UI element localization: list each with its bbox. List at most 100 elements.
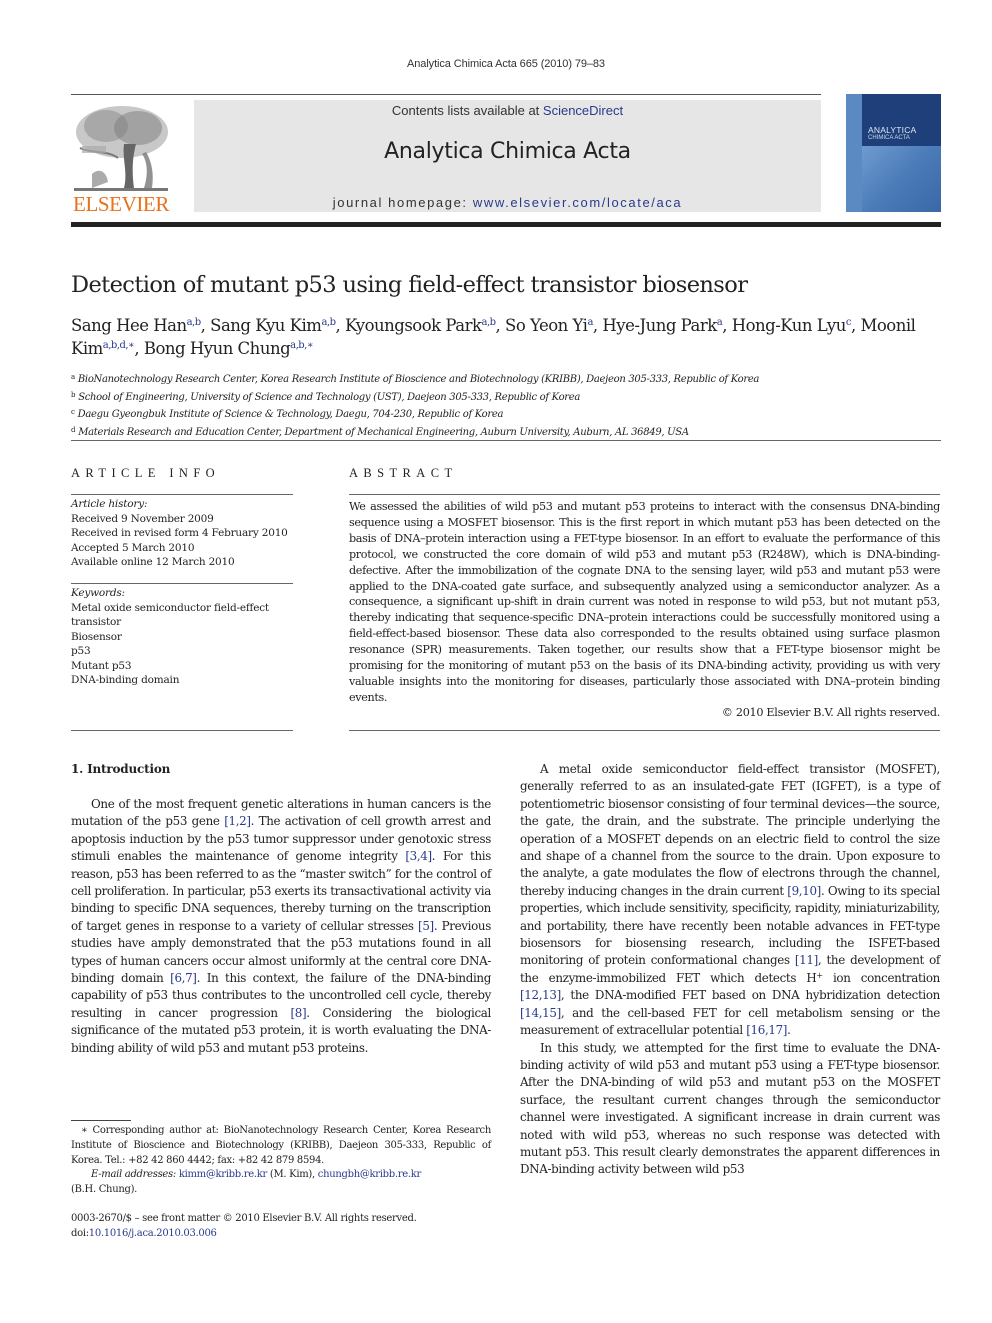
citation-link[interactable]: [6,7] xyxy=(170,971,197,985)
intro-paragraph: In this study, we attempted for the firs… xyxy=(520,1040,940,1177)
author-affiliation-marker[interactable]: a,b xyxy=(321,317,336,328)
doi-link[interactable]: 10.1016/j.aca.2010.03.006 xyxy=(89,1228,217,1239)
citation-link[interactable]: [16,17] xyxy=(746,1023,787,1037)
author-name: Bong Hyun Chung xyxy=(143,339,291,358)
article-info-rule xyxy=(71,494,293,495)
author-name: Kyoungsook Park xyxy=(344,316,482,335)
citation-link[interactable]: [9,10] xyxy=(787,884,821,898)
homepage-link[interactable]: www.elsevier.com/locate/aca xyxy=(473,195,682,210)
affiliation-list: a BioNanotechnology Research Center, Kore… xyxy=(71,370,941,440)
author-affiliation-marker[interactable]: a,b xyxy=(187,317,202,328)
journal-banner: Contents lists available at ScienceDirec… xyxy=(194,100,821,212)
email-owner-kim: (M. Kim), xyxy=(266,1169,318,1181)
abstract-heading: ABSTRACT xyxy=(349,466,458,480)
affiliation-marker: c xyxy=(71,408,75,416)
header-top-rule xyxy=(71,94,821,95)
homepage-line: journal homepage: www.elsevier.com/locat… xyxy=(194,195,821,210)
cover-title: ANALYTICA xyxy=(868,125,917,135)
author-affiliation-marker[interactable]: a,b xyxy=(482,317,497,328)
keyword-item: Metal oxide semiconductor field-effect t… xyxy=(71,601,269,629)
superscript: + xyxy=(816,970,823,980)
affiliation-text: School of Engineering, University of Sci… xyxy=(78,391,581,403)
affiliation-marker: d xyxy=(71,425,76,434)
citation-link[interactable]: [11] xyxy=(795,953,818,967)
cover-photo xyxy=(862,146,941,212)
abstract-copyright: © 2010 Elsevier B.V. All rights reserved… xyxy=(721,706,941,719)
corresponding-author-text: ∗ Corresponding author at: BioNanotechno… xyxy=(71,1125,491,1166)
author-name: Hye-Jung Park xyxy=(602,316,717,335)
article-info-heading: ARTICLE INFO xyxy=(71,466,221,480)
email-link-chung[interactable]: chungbh@kribb.re.kr xyxy=(318,1169,422,1180)
running-head: Analytica Chimica Acta 665 (2010) 79–83 xyxy=(407,58,605,70)
intro-right-column: A metal oxide semiconductor field-effect… xyxy=(520,761,940,1179)
email-link-kim[interactable]: kimm@kribb.re.kr xyxy=(179,1169,267,1180)
doi-line: doi:10.1016/j.aca.2010.03.006 xyxy=(71,1226,491,1241)
author-affiliation-marker[interactable]: a,b,d,∗ xyxy=(103,340,135,351)
author-affiliation-marker[interactable]: a xyxy=(717,317,723,328)
cover-subtitle: CHIMICA ACTA xyxy=(868,135,910,141)
sciencedirect-link[interactable]: ScienceDirect xyxy=(543,103,623,118)
keywords-label: Keywords: xyxy=(71,587,125,599)
elsevier-tree-icon xyxy=(74,106,168,191)
affiliation-item: d Materials Research and Education Center… xyxy=(71,423,941,441)
author-affiliation-marker[interactable]: a,b,∗ xyxy=(290,340,314,351)
article-title: Detection of mutant p53 using field-effe… xyxy=(71,272,748,298)
history-item: Available online 12 March 2010 xyxy=(71,556,235,568)
keywords: Keywords: Metal oxide semiconductor fiel… xyxy=(71,586,281,688)
citation-link[interactable]: [8] xyxy=(290,1006,306,1020)
article-info-bottom-rule xyxy=(71,730,293,731)
email-line: E-mail addresses: kimm@kribb.re.kr (M. K… xyxy=(71,1168,491,1183)
elsevier-logo[interactable]: ELSEVIER xyxy=(70,104,172,216)
email-label: E-mail addresses: xyxy=(91,1169,179,1181)
author-affiliation-marker[interactable]: a xyxy=(587,317,593,328)
email-owner-chung: (B.H. Chung). xyxy=(71,1184,138,1196)
keyword-item: p53 xyxy=(71,645,91,657)
abstract-text: We assessed the abilities of wild p53 an… xyxy=(349,500,940,704)
doi-prefix: doi: xyxy=(71,1228,89,1239)
keyword-item: Biosensor xyxy=(71,630,122,643)
article-history: Article history: Received 9 November 200… xyxy=(71,497,293,570)
author-name: So Yeon Yi xyxy=(505,316,588,335)
citation-link[interactable]: [1,2] xyxy=(224,814,251,828)
journal-name: Analytica Chimica Acta xyxy=(384,139,631,164)
footnote-rule xyxy=(71,1120,131,1121)
intro-paragraph: A metal oxide semiconductor field-effect… xyxy=(520,762,940,1038)
cover-side-strip xyxy=(846,94,862,212)
keywords-rule xyxy=(71,583,293,584)
affiliation-divider xyxy=(71,440,941,441)
keyword-item: Mutant p53 xyxy=(71,659,132,672)
citation-link[interactable]: [3,4] xyxy=(405,849,432,863)
affiliation-text: Materials Research and Education Center,… xyxy=(78,426,689,438)
abstract-bottom-rule xyxy=(349,730,940,731)
article-history-label: Article history: xyxy=(71,498,148,510)
journal-cover[interactable]: ANALYTICA CHIMICA ACTA xyxy=(846,94,941,212)
author-affiliation-marker[interactable]: c xyxy=(846,317,852,328)
homepage-prefix: journal homepage: xyxy=(332,195,473,210)
affiliation-item: b School of Engineering, University of Sc… xyxy=(71,388,941,406)
keyword-item: DNA-binding domain xyxy=(71,674,180,686)
affiliation-text: BioNanotechnology Research Center, Korea… xyxy=(77,374,760,385)
affiliation-item: c Daegu Gyeongbuk Institute of Science & … xyxy=(71,405,941,423)
affiliation-item: a BioNanotechnology Research Center, Kore… xyxy=(71,370,941,388)
citation-link[interactable]: [5] xyxy=(418,919,434,933)
author-name: Sang Kyu Kim xyxy=(210,316,322,335)
author-name: Sang Hee Han xyxy=(71,316,187,335)
elsevier-wordmark: ELSEVIER xyxy=(73,192,169,216)
history-item: Received in revised form 4 February 2010 xyxy=(71,527,288,539)
intro-left-column: One of the most frequent genetic alterat… xyxy=(71,796,491,1057)
history-item: Received 9 November 2009 xyxy=(71,512,214,525)
citation-link[interactable]: [14,15] xyxy=(520,1006,561,1020)
contents-line: Contents lists available at ScienceDirec… xyxy=(194,103,821,118)
contents-prefix: Contents lists available at xyxy=(391,103,543,118)
issn-line: 0003-2670/$ – see front matter © 2010 El… xyxy=(71,1213,417,1224)
affiliation-marker: b xyxy=(71,390,76,399)
front-matter: 0003-2670/$ – see front matter © 2010 El… xyxy=(71,1211,491,1241)
abstract-rule xyxy=(349,494,940,495)
history-item: Accepted 5 March 2010 xyxy=(71,541,195,554)
author-list: Sang Hee Hana,b, Sang Kyu Kima,b, Kyoung… xyxy=(71,316,916,358)
header-thick-rule xyxy=(71,222,941,227)
affiliation-marker: a xyxy=(71,373,75,381)
affiliation-text: Daegu Gyeongbuk Institute of Science & T… xyxy=(77,409,504,420)
citation-link[interactable]: [12,13] xyxy=(520,988,561,1002)
intro-paragraph: One of the most frequent genetic alterat… xyxy=(71,797,491,1055)
